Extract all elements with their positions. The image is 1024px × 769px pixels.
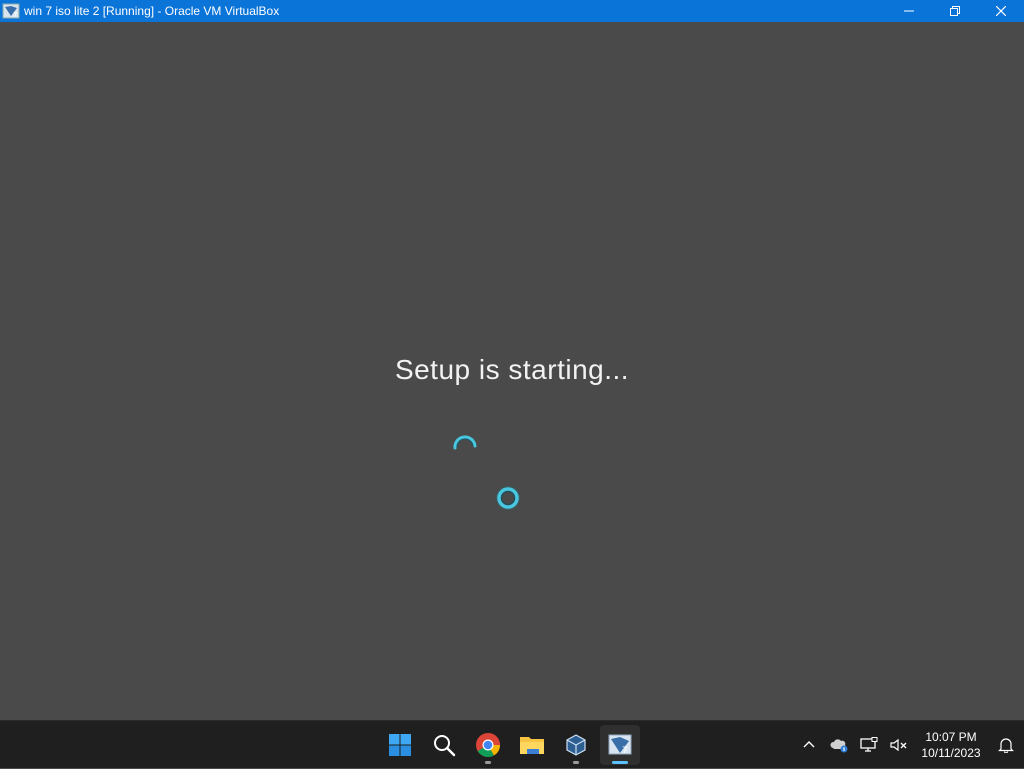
- close-icon: [996, 6, 1006, 16]
- network-tray-button[interactable]: [854, 725, 884, 765]
- clock-time: 10:07 PM: [925, 730, 977, 744]
- window-titlebar[interactable]: 7 win 7 iso lite 2 [Running] - Oracle VM…: [0, 0, 1024, 22]
- bell-icon: [998, 738, 1014, 753]
- file-explorer-button[interactable]: [512, 725, 552, 765]
- running-indicator: [485, 761, 491, 764]
- minimize-button[interactable]: [886, 0, 932, 22]
- volume-tray-button[interactable]: [884, 725, 914, 765]
- network-icon: [860, 737, 878, 752]
- virtualbox-vm-icon[interactable]: 7: [2, 2, 20, 20]
- taskbar: 7 10:07 PM 10/11/2023: [0, 720, 1024, 768]
- restore-icon: [950, 6, 960, 16]
- running-indicator: [612, 761, 628, 764]
- vm-display[interactable]: Setup is starting...: [0, 22, 1024, 720]
- show-hidden-icons-button[interactable]: [794, 725, 824, 765]
- folder-icon: [520, 737, 544, 754]
- running-indicator: [573, 761, 579, 764]
- loading-spinner-icon: [494, 484, 522, 517]
- notifications-button[interactable]: [988, 725, 1024, 765]
- loading-spinner-icon: [451, 432, 479, 457]
- onedrive-icon: [830, 739, 848, 753]
- search-icon: [434, 735, 456, 757]
- vm-window-button[interactable]: 7: [600, 725, 640, 765]
- svg-text:7: 7: [13, 11, 17, 19]
- setup-status-text: Setup is starting...: [394, 354, 630, 385]
- clock[interactable]: 10:07 PM 10/11/2023: [914, 729, 988, 761]
- start-button[interactable]: [380, 725, 420, 765]
- svg-text:7: 7: [622, 746, 628, 756]
- chevron-up-icon: [803, 741, 815, 748]
- virtualbox-button[interactable]: [556, 725, 596, 765]
- onedrive-tray-button[interactable]: [824, 725, 854, 765]
- search-button[interactable]: [424, 725, 464, 765]
- window-title: win 7 iso lite 2 [Running] - Oracle VM V…: [24, 4, 280, 18]
- clock-date: 10/11/2023: [921, 746, 981, 760]
- system-tray: 10:07 PM 10/11/2023: [794, 721, 1024, 769]
- chrome-button[interactable]: [468, 725, 508, 765]
- volume-muted-icon: [890, 738, 907, 752]
- virtualbox-vm-icon: 7: [608, 734, 632, 756]
- minimize-icon: [904, 10, 914, 12]
- windows-logo-icon: [389, 734, 411, 756]
- virtualbox-icon: [566, 734, 586, 756]
- chrome-icon: [476, 733, 500, 758]
- restore-button[interactable]: [932, 0, 978, 22]
- close-button[interactable]: [978, 0, 1024, 22]
